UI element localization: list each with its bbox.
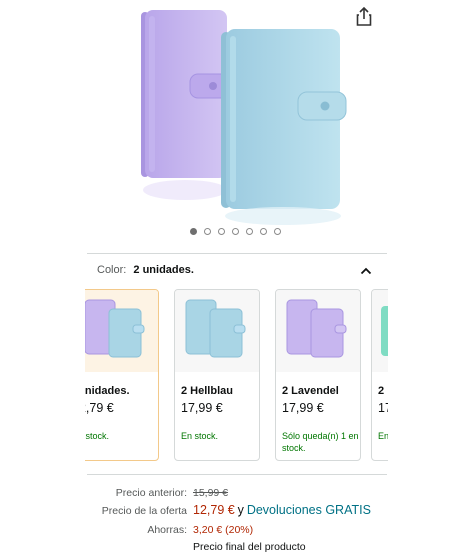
previous-price-label: Precio anterior: [115,487,187,499]
variant-stock: En [378,431,388,441]
offer-price-value: 12,79 € [193,503,235,517]
carousel-dot[interactable] [218,228,225,235]
variant-stock: En stock. [181,431,219,441]
carousel-dot[interactable] [246,228,253,235]
variant-stock: Sólo queda(n) 1 en stock. [282,431,359,453]
variant-price: 17,99 € [282,401,324,415]
variant-name: 2 unidades. [85,385,130,397]
variant-name: 2 Hellblau [181,385,233,397]
variant-thumbnail [85,290,158,372]
color-label: Color: [97,264,127,276]
variant-carousel[interactable]: 2 unidades. 12,79 € En stock. 2 Hellblau… [85,289,388,464]
divider [87,474,387,475]
savings-value: 3,20 € (20%) [193,524,254,536]
share-icon[interactable] [354,6,374,28]
variant-name: 2 [378,385,385,397]
color-selected-value: 2 unidades. [133,264,194,276]
final-price-note: Precio final del producto [193,541,306,553]
carousel-dot[interactable] [232,228,239,235]
variant-price: 17 [378,401,388,415]
variant-price: 12,79 € [85,401,114,415]
chevron-up-icon[interactable] [360,263,372,275]
divider [87,253,387,254]
carousel-dot[interactable] [204,228,211,235]
variant-thumbnail [276,290,360,372]
free-returns-link[interactable]: Devoluciones GRATIS [247,503,371,517]
color-selector-header[interactable]: Color: 2 unidades. [97,264,194,276]
carousel-dot[interactable] [260,228,267,235]
variant-card[interactable]: 2 17 En [371,289,388,461]
variant-price: 17,99 € [181,401,223,415]
image-carousel-dots[interactable] [190,228,281,235]
previous-price-value: 15,99 € [193,487,229,499]
variant-thumbnail [372,290,388,372]
variant-card[interactable]: 2 Hellblau 17,99 € En stock. [174,289,260,461]
offer-price-label: Precio de la oferta [101,505,187,517]
variant-thumbnail [175,290,259,372]
variant-card[interactable]: 2 unidades. 12,79 € En stock. [85,289,159,461]
variant-card[interactable]: 2 Lavendel 17,99 € Sólo queda(n) 1 en st… [275,289,361,461]
offer-joiner: y [237,503,244,517]
carousel-dot[interactable] [190,228,197,235]
variant-stock: En stock. [85,431,110,441]
carousel-dot[interactable] [274,228,281,235]
product-image[interactable] [0,0,475,230]
savings-label: Ahorras: [147,524,187,536]
variant-name: 2 Lavendel [282,385,339,397]
